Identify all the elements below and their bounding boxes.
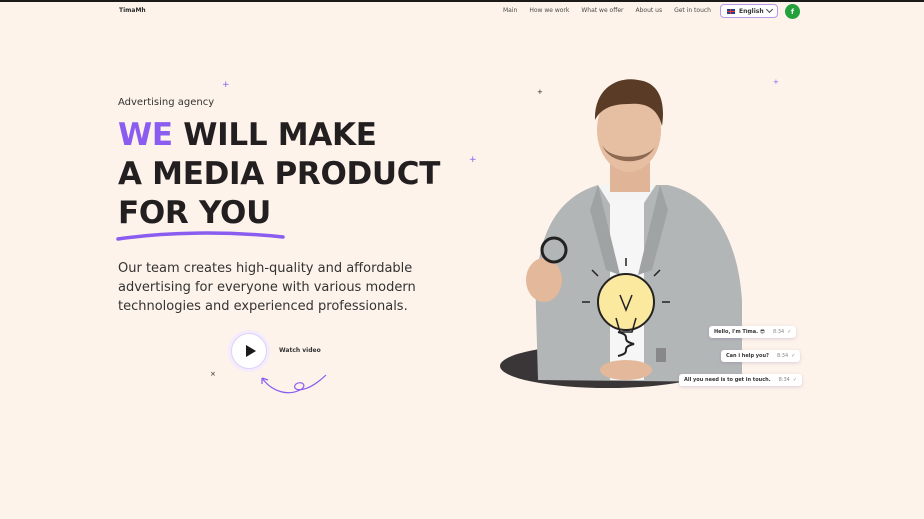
watch-video-link[interactable]: Watch video (279, 347, 321, 354)
nav-item-about-us[interactable]: About us (636, 7, 663, 14)
check-icon: ✓ (791, 353, 796, 359)
hero-headline: WE WILL MAKE A MEDIA PRODUCT FOR YOU (118, 116, 440, 233)
sparkle-icon: + (222, 80, 230, 90)
chat-bubble: Can i help you? 8:34 ✓ (721, 350, 801, 362)
check-icon: ✓ (792, 377, 798, 383)
chat-bubble: Hello, I'm Tima. 😎 8:34 ✓ (709, 326, 797, 338)
headline-line2: A MEDIA PRODUCT (118, 156, 441, 192)
chat-message: All you need is to get in touch. (684, 377, 771, 383)
sparkle-icon: × (210, 370, 216, 378)
chat-time: 8:34 (776, 353, 789, 359)
nav-item-what-we-offer[interactable]: What we offer (581, 7, 623, 14)
hero-description: Our team creates high-quality and afford… (118, 261, 416, 314)
play-button[interactable] (231, 333, 267, 369)
nav-item-main[interactable]: Main (503, 7, 517, 14)
nav-item-how-we-work[interactable]: How we work (529, 7, 569, 14)
facebook-icon[interactable]: f (785, 4, 800, 19)
language-label: English (739, 7, 764, 15)
flag-uk-icon (727, 8, 735, 14)
sparkle-icon: + (773, 78, 779, 86)
check-icon: ✓ (787, 329, 792, 335)
play-icon (245, 345, 256, 357)
top-border (0, 0, 924, 2)
chat-message: Can i help you? (726, 353, 769, 359)
language-selector[interactable]: English (720, 4, 778, 18)
hero-person-illustration (500, 79, 742, 388)
eyebrow-text: Advertising agency (118, 97, 215, 108)
chevron-down-icon (765, 5, 774, 14)
chat-time: 8:34 (778, 377, 790, 383)
headline-underline (116, 231, 285, 241)
chat-time: 8:34 (772, 329, 785, 335)
decorative-swirl (261, 374, 327, 394)
headline-line3: FOR YOU (118, 195, 271, 231)
chat-bubble: All you need is to get in touch. 8:34 ✓ (679, 374, 803, 386)
main-nav: Main How we work What we offer About us … (503, 7, 723, 14)
nav-item-get-in-touch[interactable]: Get in touch (674, 7, 711, 14)
logo[interactable]: TimaMh (119, 7, 146, 14)
sparkle-icon: + (469, 155, 477, 165)
chat-message: Hello, I'm Tima. 😎 (714, 329, 765, 335)
headline-accent: WE (118, 117, 173, 153)
headline-line1: WILL MAKE (172, 117, 377, 153)
